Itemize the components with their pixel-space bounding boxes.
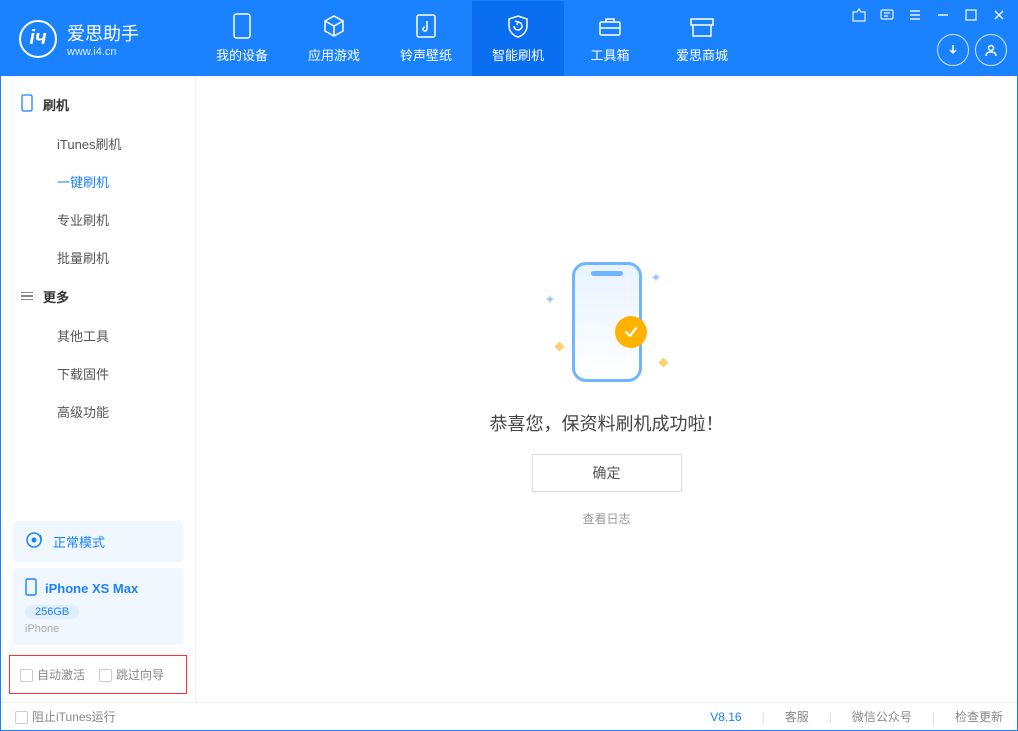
shop-icon — [689, 13, 715, 39]
device-type: iPhone — [25, 623, 171, 635]
group-title: 刷机 — [43, 95, 69, 114]
sidebar: 刷机 iTunes刷机 一键刷机 专业刷机 批量刷机 更多 其他工具 下载固件 … — [1, 76, 196, 702]
titlebar-right — [748, 1, 1017, 76]
tab-label: 智能刷机 — [492, 45, 544, 64]
sidebar-item-download-firmware[interactable]: 下载固件 — [1, 354, 195, 392]
checkbox-label: 跳过向导 — [116, 668, 164, 682]
device-name: iPhone XS Max — [45, 581, 138, 596]
close-button[interactable] — [990, 6, 1008, 24]
sidebar-item-oneclick-flash[interactable]: 一键刷机 — [1, 162, 195, 200]
mode-icon — [25, 531, 43, 552]
device-icon — [229, 13, 255, 39]
view-log-link[interactable]: 查看日志 — [582, 510, 630, 527]
minimize-button[interactable] — [934, 6, 952, 24]
user-button[interactable] — [975, 34, 1007, 66]
menu-icon[interactable] — [906, 6, 924, 24]
titlebar: iч 爱思助手 www.i4.cn 我的设备 应用游戏 铃声壁纸 — [1, 1, 1017, 76]
maximize-button[interactable] — [962, 6, 980, 24]
app-logo-icon: iч — [19, 20, 57, 58]
device-capacity: 256GB — [25, 605, 79, 619]
tab-label: 铃声壁纸 — [400, 45, 452, 64]
nav-tabs: 我的设备 应用游戏 铃声壁纸 智能刷机 工具箱 — [196, 1, 748, 76]
app-url: www.i4.cn — [67, 46, 139, 58]
status-link-update[interactable]: 检查更新 — [955, 708, 1003, 725]
sidebar-group-more: 更多 — [1, 276, 195, 316]
checkbox-auto-activate[interactable]: 自动激活 — [20, 666, 85, 683]
sidebar-item-advanced[interactable]: 高级功能 — [1, 392, 195, 430]
phone-small-icon — [21, 94, 33, 115]
checkbox-label: 阻止iTunes运行 — [32, 710, 116, 724]
success-illustration: ✦ ✦ ◆ ◆ — [527, 252, 687, 392]
tab-ringtone-wallpaper[interactable]: 铃声壁纸 — [380, 1, 472, 76]
refresh-shield-icon — [505, 13, 531, 39]
app-logo-area: iч 爱思助手 www.i4.cn — [1, 1, 196, 76]
sparkle-icon: ✦ — [545, 292, 553, 300]
sidebar-item-other-tools[interactable]: 其他工具 — [1, 316, 195, 354]
feedback-icon[interactable] — [878, 6, 896, 24]
toolbox-icon — [597, 13, 623, 39]
sidebar-item-pro-flash[interactable]: 专业刷机 — [1, 200, 195, 238]
checkbox-skip-guide[interactable]: 跳过向导 — [99, 666, 164, 683]
cube-icon — [321, 13, 347, 39]
sidebar-item-batch-flash[interactable]: 批量刷机 — [1, 238, 195, 276]
tab-label: 爱思商城 — [676, 45, 728, 64]
sidebar-mode[interactable]: 正常模式 — [13, 521, 183, 562]
success-message: 恭喜您，保资料刷机成功啦！ — [490, 410, 724, 436]
sparkle-icon: ✦ — [651, 270, 659, 278]
checkbox-label: 自动激活 — [37, 668, 85, 682]
status-link-wechat[interactable]: 微信公众号 — [852, 708, 912, 725]
checkbox-block-itunes[interactable]: 阻止iTunes运行 — [15, 708, 116, 725]
statusbar: 阻止iTunes运行 V8.16 | 客服 | 微信公众号 | 检查更新 — [1, 702, 1017, 730]
group-title: 更多 — [43, 287, 69, 306]
check-badge-icon — [615, 316, 647, 348]
content-area: ✦ ✦ ◆ ◆ 恭喜您，保资料刷机成功啦！ 确定 查看日志 — [196, 76, 1017, 702]
sidebar-options-highlight: 自动激活 跳过向导 — [9, 655, 187, 694]
ok-button[interactable]: 确定 — [532, 454, 682, 492]
sidebar-device-card[interactable]: iPhone XS Max 256GB iPhone — [13, 568, 183, 645]
music-file-icon — [413, 13, 439, 39]
download-button[interactable] — [937, 34, 969, 66]
mode-label: 正常模式 — [53, 532, 105, 551]
tab-label: 我的设备 — [216, 45, 268, 64]
tab-apps-games[interactable]: 应用游戏 — [288, 1, 380, 76]
sidebar-item-itunes-flash[interactable]: iTunes刷机 — [1, 124, 195, 162]
version-label: V8.16 — [710, 710, 741, 724]
tab-my-device[interactable]: 我的设备 — [196, 1, 288, 76]
list-icon — [21, 290, 33, 303]
tab-toolbox[interactable]: 工具箱 — [564, 1, 656, 76]
main-area: 刷机 iTunes刷机 一键刷机 专业刷机 批量刷机 更多 其他工具 下载固件 … — [1, 76, 1017, 702]
tab-store[interactable]: 爱思商城 — [656, 1, 748, 76]
sparkle-icon: ◆ — [555, 338, 563, 346]
sidebar-group-flash: 刷机 — [1, 84, 195, 124]
tab-label: 工具箱 — [590, 45, 629, 64]
device-icon — [25, 578, 37, 599]
sparkle-icon: ◆ — [659, 354, 667, 362]
tab-smart-flash[interactable]: 智能刷机 — [472, 1, 564, 76]
status-link-support[interactable]: 客服 — [785, 708, 809, 725]
tab-label: 应用游戏 — [308, 45, 360, 64]
theme-icon[interactable] — [850, 6, 868, 24]
app-name: 爱思助手 — [67, 20, 139, 46]
